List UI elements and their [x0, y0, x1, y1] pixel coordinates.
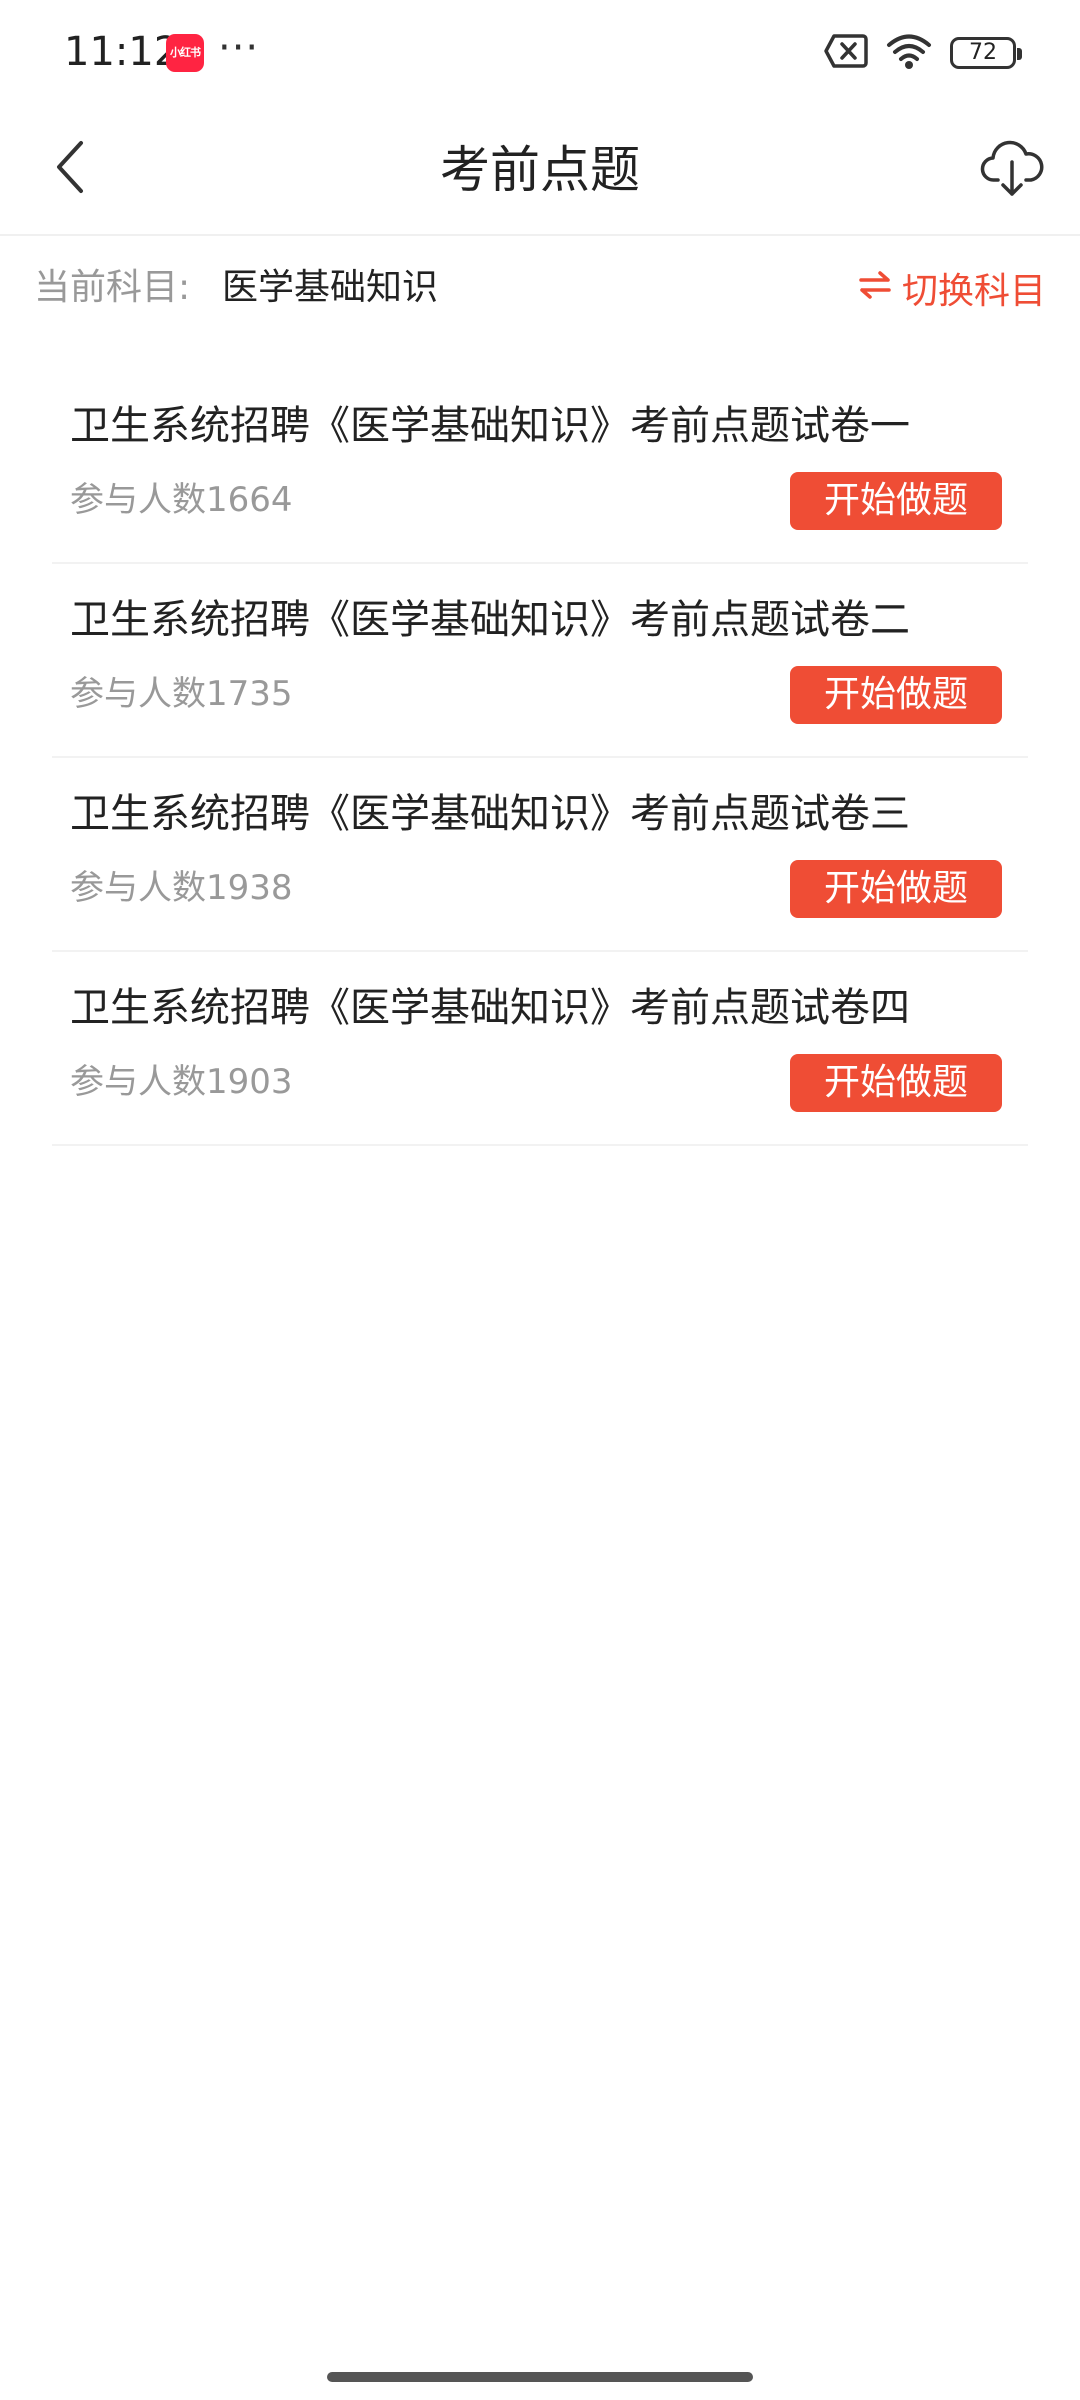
nav-bar: 考前点题: [0, 104, 1080, 236]
paper-title: 卫生系统招聘《医学基础知识》考前点题试卷二: [70, 597, 910, 643]
status-icons: 72: [824, 30, 1022, 76]
wifi-icon: [886, 32, 932, 74]
swap-arrows-icon: [858, 268, 892, 309]
list-item[interactable]: 卫生系统招聘《医学基础知识》考前点题试卷二 参与人数1735 开始做题: [52, 564, 1028, 758]
start-quiz-button[interactable]: 开始做题: [790, 860, 1002, 918]
more-notifications-icon: ···: [218, 25, 260, 71]
home-indicator[interactable]: [327, 2372, 753, 2382]
participant-count: 参与人数1903: [70, 1062, 293, 1102]
participant-count: 参与人数1938: [70, 868, 293, 908]
paper-list: 卫生系统招聘《医学基础知识》考前点题试卷一 参与人数1664 开始做题 卫生系统…: [52, 370, 1028, 1146]
app-badge-icon: 小红书: [166, 34, 204, 72]
start-quiz-button[interactable]: 开始做题: [790, 666, 1002, 724]
subject-label: 当前科目:: [34, 267, 191, 308]
subject-row: 当前科目: 医学基础知识 切换科目: [0, 236, 1080, 340]
switch-subject-button[interactable]: 切换科目: [858, 236, 1046, 340]
start-quiz-button[interactable]: 开始做题: [790, 472, 1002, 530]
participant-count: 参与人数1664: [70, 480, 293, 520]
cloud-download-icon: [980, 138, 1044, 202]
paper-title: 卫生系统招聘《医学基础知识》考前点题试卷四: [70, 985, 910, 1031]
paper-title: 卫生系统招聘《医学基础知识》考前点题试卷一: [70, 403, 910, 449]
participant-count: 参与人数1735: [70, 674, 293, 714]
status-time: 11:12: [64, 29, 180, 75]
notification-off-icon: [824, 33, 868, 73]
page-title: 考前点题: [440, 141, 640, 199]
paper-title: 卫生系统招聘《医学基础知识》考前点题试卷三: [70, 791, 910, 837]
battery-level: 72: [969, 40, 997, 65]
list-item[interactable]: 卫生系统招聘《医学基础知识》考前点题试卷一 参与人数1664 开始做题: [52, 370, 1028, 564]
list-item[interactable]: 卫生系统招聘《医学基础知识》考前点题试卷三 参与人数1938 开始做题: [52, 758, 1028, 952]
list-item[interactable]: 卫生系统招聘《医学基础知识》考前点题试卷四 参与人数1903 开始做题: [52, 952, 1028, 1146]
switch-subject-label: 切换科目: [901, 271, 1046, 312]
status-bar: 11:12 小红书 ··· 72: [0, 0, 1080, 104]
download-button[interactable]: [974, 132, 1050, 208]
start-quiz-button[interactable]: 开始做题: [790, 1054, 1002, 1112]
subject-value: 医学基础知识: [222, 267, 439, 308]
battery-icon: 72: [950, 37, 1022, 69]
